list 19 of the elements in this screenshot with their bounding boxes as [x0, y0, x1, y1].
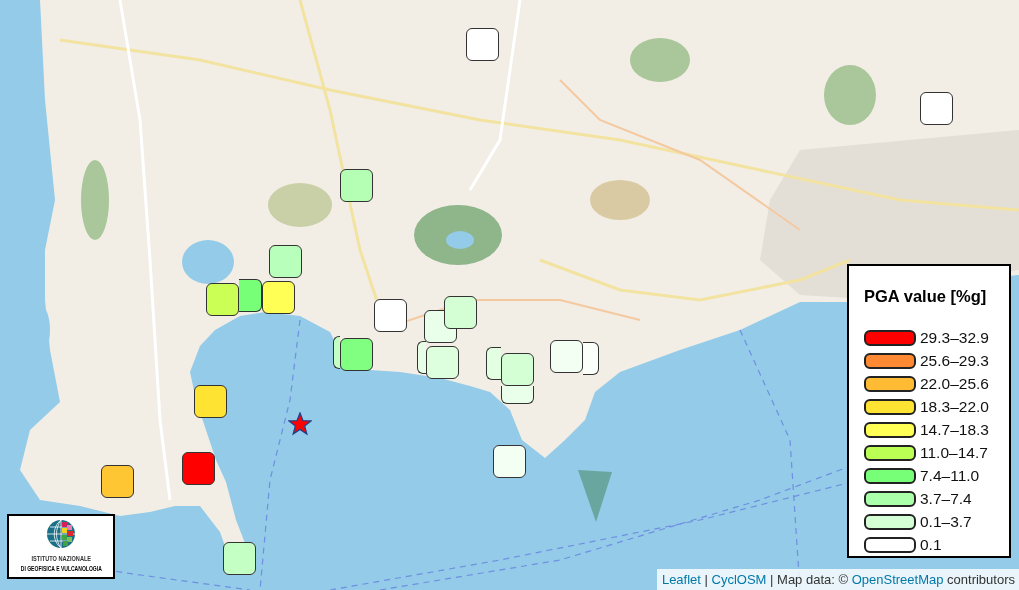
legend-label: 11.0–14.7 [920, 443, 988, 462]
legend-label: 0.1 [920, 535, 942, 554]
map-attribution: Leaflet | CyclOSM | Map data: © OpenStreetMap contributors [656, 569, 1019, 590]
legend-label: 25.6–29.3 [920, 351, 989, 370]
attribution-link[interactable]: Leaflet [661, 572, 701, 587]
star-icon[interactable] [288, 412, 312, 436]
legend-label: 0.1–3.7 [920, 512, 972, 531]
globe-icon [46, 519, 76, 549]
map-marker[interactable] [332, 335, 340, 369]
legend-label: 14.7–18.3 [920, 420, 989, 439]
legend-label: 3.7–7.4 [920, 489, 972, 508]
map-marker[interactable] [416, 340, 426, 374]
legend-label: 7.4–11.0 [920, 466, 980, 485]
legend-label: 18.3–22.0 [920, 397, 989, 416]
legend-label: 22.0–25.6 [920, 374, 989, 393]
attribution-link[interactable]: CyclOSM [711, 572, 767, 587]
legend-label: 29.3–32.9 [920, 328, 989, 347]
attribution-link[interactable]: OpenStreetMap [851, 572, 944, 587]
legend-title: PGA value [%g] [864, 287, 987, 306]
